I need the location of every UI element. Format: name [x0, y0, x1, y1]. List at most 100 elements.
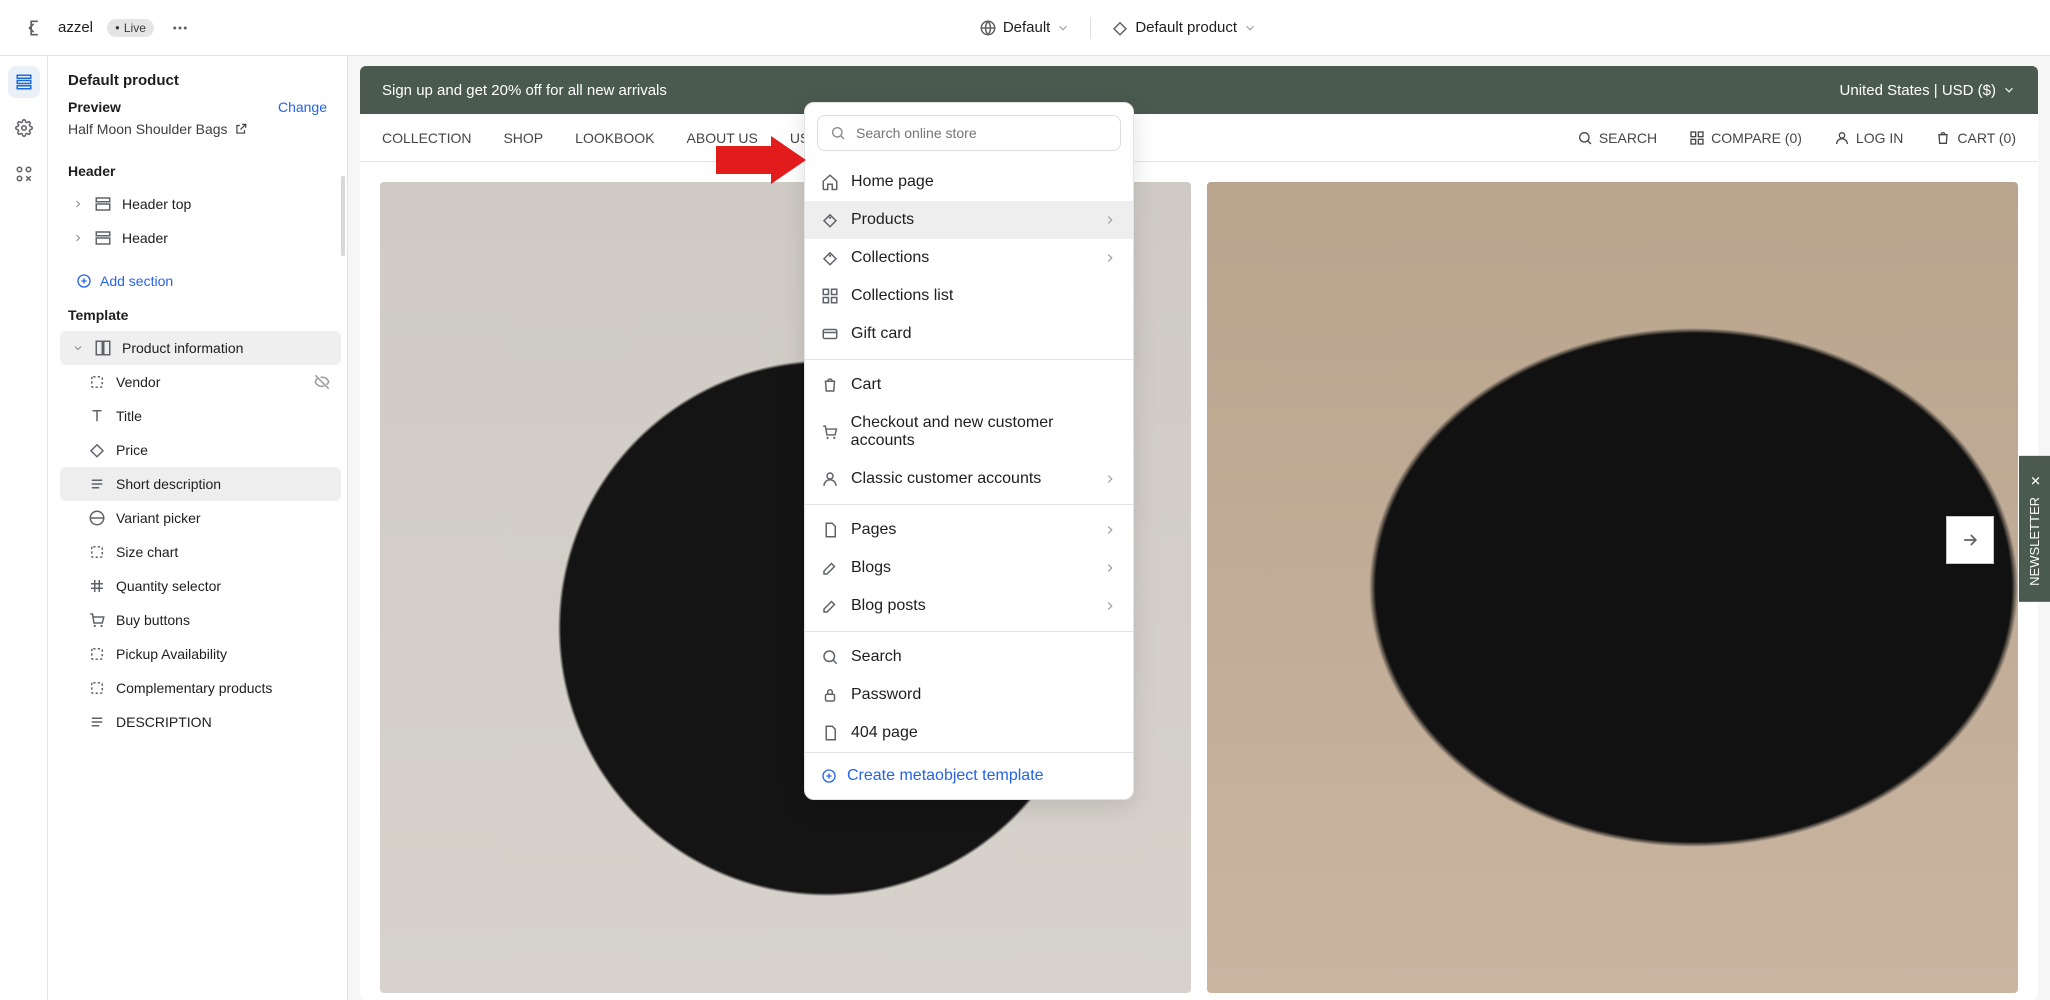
dropdown-item-cart[interactable]: Cart — [805, 366, 1133, 404]
nav-lookbook[interactable]: LOOKBOOK — [575, 130, 654, 146]
dropdown-item-label: Classic customer accounts — [851, 470, 1041, 488]
create-metaobject-template[interactable]: Create metaobject template — [805, 752, 1133, 799]
block-label: Complementary products — [116, 680, 272, 696]
nav-login[interactable]: LOG IN — [1834, 130, 1903, 146]
newsletter-tab[interactable]: NEWSLETTER ✕ — [2019, 456, 2050, 602]
block-title[interactable]: Title — [60, 399, 341, 433]
bag-icon — [821, 376, 839, 394]
block-size chart[interactable]: Size chart — [60, 535, 341, 569]
block-buy buttons[interactable]: Buy buttons — [60, 603, 341, 637]
annotation-arrow — [716, 136, 806, 184]
theme-style-selector[interactable]: Default — [973, 15, 1077, 41]
sidebar-section-header-0[interactable]: Header top — [60, 187, 341, 221]
edit-icon — [821, 559, 839, 577]
dropdown-item-label: Password — [851, 686, 921, 704]
sidebar: Default product Preview Change Half Moon… — [48, 56, 348, 1000]
close-icon: ✕ — [2027, 472, 2042, 487]
dropdown-item-gift card[interactable]: Gift card — [805, 315, 1133, 353]
arrow-right-icon — [1960, 530, 1980, 550]
dropdown-search[interactable] — [817, 115, 1121, 151]
dropdown-item-products[interactable]: Products — [805, 201, 1133, 239]
topbar: azzel Live Default Default product — [0, 0, 2050, 56]
dropdown-item-collections list[interactable]: Collections list — [805, 277, 1133, 315]
sidebar-section-label: Header — [122, 230, 168, 246]
template-selector-label: Default product — [1135, 19, 1237, 36]
dropdown-item-blogs[interactable]: Blogs — [805, 549, 1133, 587]
external-icon — [234, 122, 248, 136]
dropdown-item-blog posts[interactable]: Blog posts — [805, 587, 1133, 625]
price-icon — [88, 441, 106, 459]
rail-settings[interactable] — [8, 112, 40, 144]
lines-icon — [88, 475, 106, 493]
dropdown-item-404 page[interactable]: 404 page — [805, 714, 1133, 752]
more-icon[interactable] — [168, 16, 192, 40]
dropdown-item-home page[interactable]: Home page — [805, 163, 1133, 201]
block-variant picker[interactable]: Variant picker — [60, 501, 341, 535]
square-icon — [88, 645, 106, 663]
dropdown-item-password[interactable]: Password — [805, 676, 1133, 714]
cart-icon — [88, 611, 106, 629]
chevron-down-icon — [2002, 83, 2016, 97]
divider — [805, 504, 1133, 505]
chevron-right-icon — [1103, 251, 1117, 265]
dropdown-item-collections[interactable]: Collections — [805, 239, 1133, 277]
plus-circle-icon — [821, 768, 837, 784]
block-label: Vendor — [116, 374, 160, 390]
dropdown-item-search[interactable]: Search — [805, 638, 1133, 676]
dropdown-search-input[interactable] — [854, 124, 1108, 142]
block-short description[interactable]: Short description — [60, 467, 341, 501]
dropdown-item-label: Gift card — [851, 325, 911, 343]
left-rail — [0, 56, 48, 1000]
chevron-right-icon — [1103, 213, 1117, 227]
add-section-button[interactable]: Add section — [48, 265, 347, 297]
sidebar-section-label: Header top — [122, 196, 191, 212]
dropdown-item-pages[interactable]: Pages — [805, 511, 1133, 549]
dropdown-item-label: Blog posts — [851, 597, 926, 615]
block-quantity selector[interactable]: Quantity selector — [60, 569, 341, 603]
nav-collection[interactable]: COLLECTION — [382, 130, 471, 146]
dropdown-item-classic customer accounts[interactable]: Classic customer accounts — [805, 460, 1133, 498]
tag-icon — [821, 249, 839, 267]
preview-value-row[interactable]: Half Moon Shoulder Bags — [68, 121, 327, 137]
nav-shop[interactable]: SHOP — [503, 130, 543, 146]
nav-cart[interactable]: CART (0) — [1935, 130, 2016, 146]
rail-apps[interactable] — [8, 158, 40, 190]
block-pickup availability[interactable]: Pickup Availability — [60, 637, 341, 671]
store-name: azzel — [58, 19, 93, 36]
header-icon — [94, 229, 112, 247]
region-currency[interactable]: United States | USD ($) — [1840, 82, 2016, 99]
tag-icon — [821, 211, 839, 229]
page-icon — [821, 724, 839, 742]
dropdown-item-label: Checkout and new customer accounts — [851, 414, 1117, 450]
change-preview-link[interactable]: Change — [278, 99, 327, 115]
block-description[interactable]: DESCRIPTION — [60, 705, 341, 739]
divider — [1090, 17, 1091, 39]
section-product-information[interactable]: Product information — [60, 331, 341, 365]
product-gallery — [360, 162, 2038, 1000]
scrollbar[interactable] — [341, 176, 345, 256]
chevron-right-icon — [72, 198, 84, 210]
block-label: Variant picker — [116, 510, 201, 526]
dropdown-item-checkout and new customer accounts[interactable]: Checkout and new customer accounts — [805, 404, 1133, 460]
chevron-down-icon — [72, 342, 84, 354]
lock-icon — [821, 686, 839, 704]
divider — [805, 631, 1133, 632]
exit-icon[interactable] — [20, 16, 44, 40]
block-label: Buy buttons — [116, 612, 190, 628]
promo-bar: Sign up and get 20% off for all new arri… — [360, 66, 2038, 114]
carousel-next[interactable] — [1946, 516, 1994, 564]
block-vendor[interactable]: Vendor — [60, 365, 341, 399]
block-complementary products[interactable]: Complementary products — [60, 671, 341, 705]
dropdown-item-label: Collections list — [851, 287, 953, 305]
block-price[interactable]: Price — [60, 433, 341, 467]
theme-style-label: Default — [1003, 19, 1051, 36]
nav-compare[interactable]: COMPARE (0) — [1689, 130, 1802, 146]
sidebar-section-header-1[interactable]: Header — [60, 221, 341, 255]
preview-label: Preview — [68, 99, 121, 115]
grid-icon — [821, 287, 839, 305]
rail-sections[interactable] — [8, 66, 40, 98]
square-icon — [88, 543, 106, 561]
page-icon — [821, 521, 839, 539]
nav-search[interactable]: SEARCH — [1577, 130, 1657, 146]
template-selector[interactable]: Default product — [1105, 15, 1263, 41]
